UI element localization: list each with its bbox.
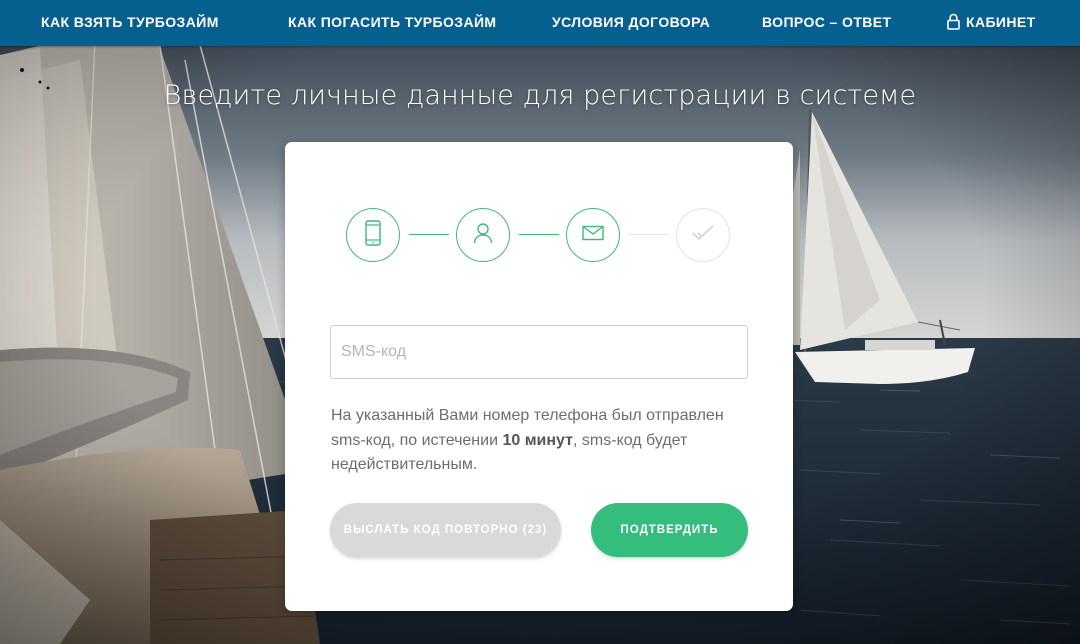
page-title: Введите личные данные для регистрации в … — [163, 80, 917, 111]
nav-cabinet-label: КАБИНЕТ — [966, 13, 1036, 30]
nav-link-how-to-get-loan[interactable]: КАК ВЗЯТЬ ТУРБОЗАЙМ — [41, 14, 219, 30]
step-connector-2 — [519, 234, 559, 235]
resend-code-button[interactable]: ВЫСЛАТЬ КОД ПОВТОРНО (23) — [330, 503, 561, 557]
phone-icon — [364, 219, 382, 251]
sms-info-text: На указанный Вами номер телефона был отп… — [331, 404, 751, 478]
lock-icon — [947, 13, 960, 30]
nav-link-contract-terms[interactable]: УСЛОВИЯ ДОГОВОРА — [552, 14, 710, 30]
confirm-button[interactable]: ПОДТВЕРДИТЬ — [591, 503, 748, 557]
step-phone — [346, 208, 400, 262]
sms-info-expiry: 10 минут — [502, 431, 573, 449]
step-connector-1 — [409, 234, 449, 235]
nav-link-how-to-repay[interactable]: КАК ПОГАСИТЬ ТУРБОЗАЙМ — [288, 14, 497, 30]
envelope-icon — [582, 225, 604, 246]
registration-card: На указанный Вами номер телефона был отп… — [285, 142, 793, 611]
top-navigation-bar: КАК ВЗЯТЬ ТУРБОЗАЙМ КАК ПОГАСИТЬ ТУРБОЗА… — [0, 0, 1080, 46]
step-user — [456, 208, 510, 262]
nav-link-cabinet[interactable]: КАБИНЕТ — [947, 13, 1036, 30]
nav-link-faq[interactable]: ВОПРОС – ОТВЕТ — [762, 14, 891, 30]
user-icon — [472, 222, 494, 249]
step-complete — [676, 208, 730, 262]
step-connector-3 — [629, 234, 669, 235]
step-email — [566, 208, 620, 262]
check-icon — [691, 224, 715, 247]
sms-code-input[interactable] — [330, 325, 748, 379]
